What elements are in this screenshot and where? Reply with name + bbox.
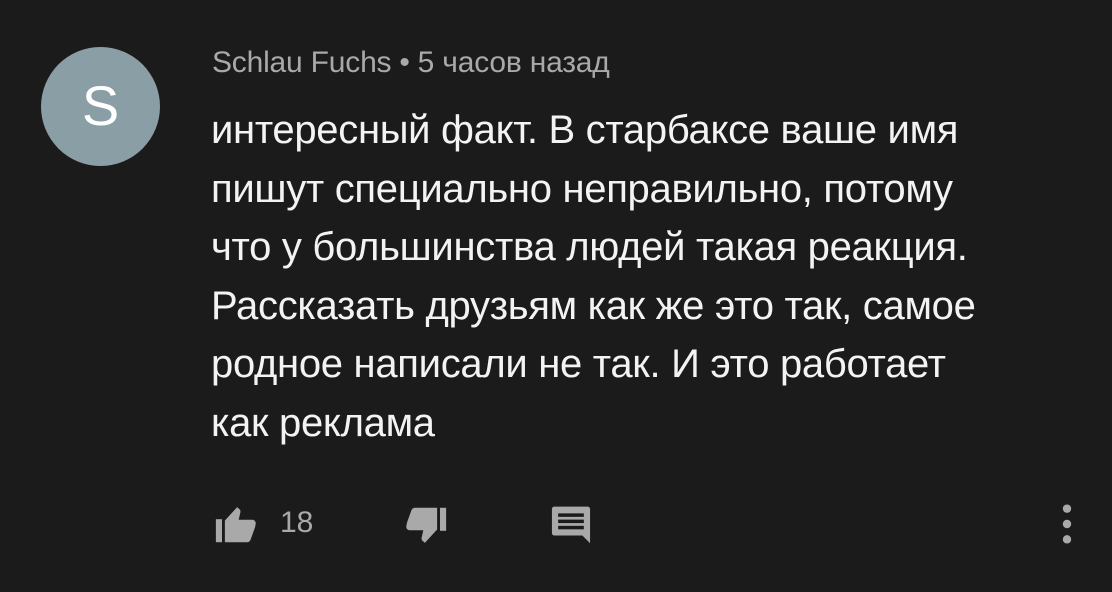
meta-separator: • — [399, 46, 410, 79]
more-vertical-icon — [1062, 504, 1072, 544]
more-options-button[interactable] — [1047, 498, 1087, 550]
comment-line: интересный факт. В старбаксе ваше имя — [211, 108, 959, 152]
like-count: 18 — [280, 506, 314, 539]
comment-timestamp[interactable]: 5 часов назад — [418, 46, 610, 79]
comment-card: S Schlau Fuchs • 5 часов назад интересный … — [0, 0, 1112, 592]
avatar[interactable]: S — [41, 47, 160, 166]
avatar-letter: S — [81, 73, 120, 137]
author-name[interactable]: Schlau Fuchs — [212, 46, 392, 79]
comment-text: интересный факт. В старбаксе ваше имя пи… — [211, 101, 1071, 452]
comment-line: родное написали не так. И это работает — [211, 342, 946, 386]
comment-line: что у большинства людей такая реакция. — [211, 225, 968, 269]
comment-meta: Schlau Fuchs • 5 часов назад — [212, 46, 610, 80]
comment-line: как реклама — [211, 400, 435, 445]
reply-button[interactable] — [545, 498, 597, 550]
comment-line: пишут специально неправильно, потому — [211, 166, 953, 211]
thumb-down-icon — [406, 507, 447, 543]
dislike-button[interactable] — [400, 500, 452, 552]
comment-line: Рассказать друзьям как же это так, самое — [211, 283, 976, 328]
like-button[interactable] — [210, 498, 262, 550]
comment-actions: 18 — [0, 498, 1112, 558]
comment-icon — [551, 506, 591, 544]
thumb-up-icon — [215, 507, 256, 543]
